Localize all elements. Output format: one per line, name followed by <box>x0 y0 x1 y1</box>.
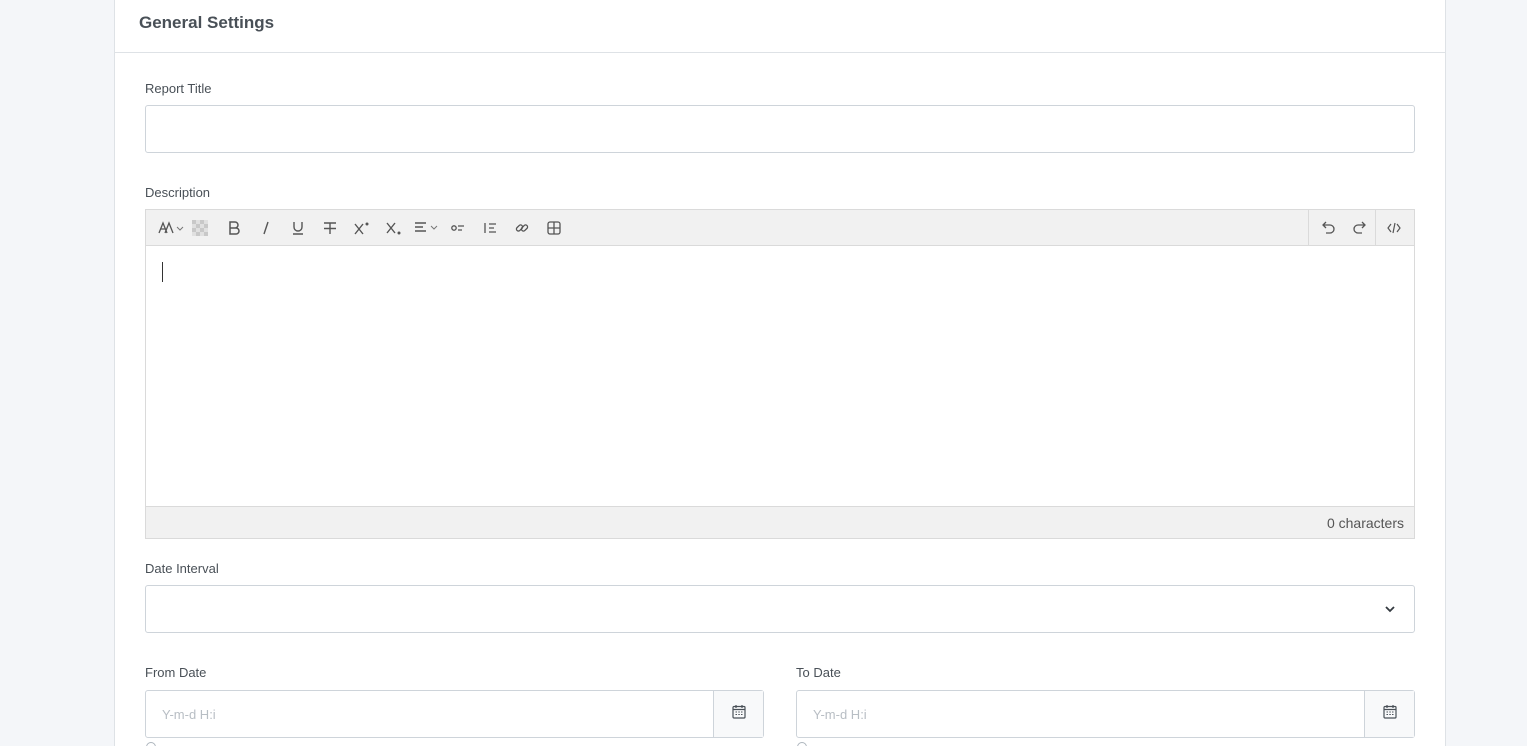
calendar-icon <box>1382 704 1397 724</box>
calendar-icon <box>731 704 746 724</box>
font-size-icon[interactable] <box>154 210 188 246</box>
to-date-radio[interactable] <box>797 742 807 746</box>
from-date-input-group: Y-m-d H:i <box>145 690 764 738</box>
report-title-label: Report Title <box>145 81 212 96</box>
subscript-icon[interactable] <box>380 210 408 246</box>
description-editor: 0 characters <box>145 209 1415 539</box>
report-title-input[interactable] <box>145 105 1415 153</box>
text-caret <box>162 262 163 282</box>
editor-toolbar <box>146 210 1414 246</box>
table-icon[interactable] <box>540 210 568 246</box>
to-date-group: To Date Y-m-d H:i <box>796 665 1415 738</box>
editor-status-bar: 0 characters <box>146 506 1414 538</box>
from-date-calendar-button[interactable] <box>713 691 763 737</box>
toolbar-separator <box>1375 210 1376 246</box>
italic-icon[interactable] <box>252 210 280 246</box>
code-view-icon[interactable] <box>1380 210 1408 246</box>
numbered-list-icon[interactable] <box>476 210 504 246</box>
card-header: General Settings <box>115 0 1445 53</box>
underline-icon[interactable] <box>284 210 312 246</box>
redo-icon[interactable] <box>1346 210 1374 246</box>
color-picker-icon[interactable] <box>186 210 214 246</box>
date-interval-select[interactable] <box>145 585 1415 633</box>
bullet-list-icon[interactable] <box>444 210 472 246</box>
from-date-label: From Date <box>145 665 207 680</box>
date-interval-label: Date Interval <box>145 561 219 576</box>
undo-icon[interactable] <box>1314 210 1342 246</box>
to-date-input-group: Y-m-d H:i <box>796 690 1415 738</box>
from-date-group: From Date Y-m-d H:i <box>145 665 764 738</box>
bold-icon[interactable] <box>220 210 248 246</box>
card-title: General Settings <box>139 13 275 32</box>
strikethrough-icon[interactable] <box>316 210 344 246</box>
general-settings-card: General Settings Report Title Descriptio… <box>114 0 1446 746</box>
to-date-label: To Date <box>796 665 841 680</box>
link-icon[interactable] <box>508 210 536 246</box>
superscript-icon[interactable] <box>348 210 376 246</box>
description-editor-area[interactable] <box>146 246 1414 506</box>
toolbar-separator <box>1308 210 1309 246</box>
from-date-input[interactable]: Y-m-d H:i <box>146 691 713 737</box>
description-label: Description <box>145 185 211 200</box>
align-icon[interactable] <box>412 210 442 246</box>
chevron-down-icon <box>1384 602 1396 620</box>
from-date-radio[interactable] <box>146 742 156 746</box>
character-count: 0 characters <box>1326 515 1404 531</box>
to-date-input[interactable]: Y-m-d H:i <box>797 691 1364 737</box>
to-date-calendar-button[interactable] <box>1364 691 1414 737</box>
